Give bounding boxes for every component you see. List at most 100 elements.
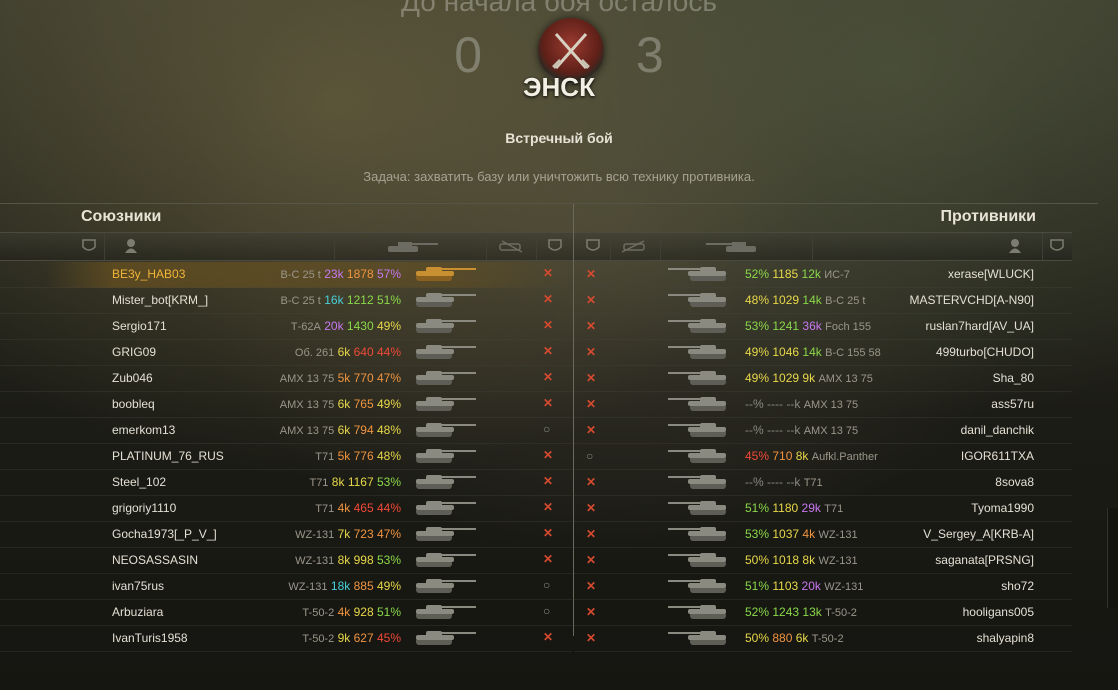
header-allies-player[interactable]: [104, 233, 335, 260]
efficiency-rating: 1037: [772, 527, 800, 541]
header-enemies-tank[interactable]: [660, 233, 813, 260]
header-allies-status[interactable]: [536, 233, 574, 260]
enemy-row[interactable]: ✕ 50% 1018 8k WZ-131 saganata[PRSNG]: [574, 548, 1072, 574]
ally-row[interactable]: Arbuziara T-50-2 4k 928 51% ○: [0, 600, 572, 626]
player-icon: [1008, 238, 1022, 257]
ally-row[interactable]: Steel_102 T71 8k 1167 53% ✕: [0, 470, 572, 496]
scrollbar[interactable]: [1107, 508, 1118, 608]
efficiency-rating: 1241: [772, 319, 800, 333]
player-name: saganata[PRSNG]: [935, 553, 1034, 567]
ally-row[interactable]: BE3y_HAB03 В-С 25 t 23k 1878 57% ✕: [0, 262, 572, 288]
tank-icon: [668, 603, 732, 621]
efficiency-rating: 928: [353, 605, 374, 619]
destroyed-icon: ✕: [543, 318, 554, 332]
ally-row[interactable]: PLATINUM_76_RUS T71 5k 776 48% ✕: [0, 444, 572, 470]
player-stats: 45% 710 8k Aufkl.Panther: [745, 449, 878, 463]
battle-type: Встречный бой: [505, 130, 613, 146]
enemy-row[interactable]: ✕ 50% 880 6k T-50-2 shalyapin8: [574, 626, 1072, 652]
tank-icon: [414, 577, 476, 595]
battles-count: 8k: [337, 553, 351, 567]
ally-row[interactable]: boobleq AMX 13 75 6k 765 49% ✕: [0, 392, 572, 418]
battles-count: 36k: [802, 319, 822, 333]
header-allies-tank[interactable]: [334, 233, 487, 260]
vehicle-name: В-С 25 t: [280, 295, 321, 307]
destroyed-tank-icon: [498, 239, 526, 256]
ally-row[interactable]: grigoriy1110 T71 4k 465 44% ✕: [0, 496, 572, 522]
ally-row[interactable]: emerkom13 AMX 13 75 6k 794 48% ○: [0, 418, 572, 444]
battles-count: 4k: [337, 501, 351, 515]
player-stats: AMX 13 75 5k 770 47%: [280, 371, 401, 385]
efficiency-rating: 710: [772, 449, 793, 463]
efficiency-rating: 776: [353, 449, 374, 463]
enemy-row[interactable]: ✕ 52% 1243 13k T-50-2 hooligans005: [574, 600, 1072, 626]
vehicle-name: T71: [315, 451, 335, 463]
ally-row[interactable]: Gocha1973[_P_V_] WZ-131 7k 723 47% ✕: [0, 522, 572, 548]
map-name: ЭНСК: [523, 72, 595, 102]
player-name: Arbuziara: [112, 605, 164, 619]
battles-count: 23k: [324, 267, 344, 281]
enemy-row[interactable]: ✕ 51% 1180 29k T71 Tyoma1990: [574, 496, 1072, 522]
win-rate: 49%: [745, 345, 770, 359]
header-enemies-squad[interactable]: [1042, 233, 1072, 260]
enemy-row[interactable]: ✕ 48% 1029 14k В-С 25 t MASTERVCHD[A-N90]: [574, 288, 1072, 314]
player-stats: Об. 261 6k 640 44%: [295, 345, 401, 359]
header-enemies-status[interactable]: [574, 233, 611, 260]
vehicle-name: T-50-2: [811, 633, 844, 645]
vehicle-name: Aufkl.Panther: [811, 451, 878, 463]
player-name: ruslan7hard[AV_UA]: [925, 319, 1034, 333]
battles-count: 4k: [802, 527, 816, 541]
shield-icon: [1050, 238, 1064, 257]
enemy-row[interactable]: ✕ 53% 1241 36k Foch 155 ruslan7hard[AV_UA…: [574, 314, 1072, 340]
enemies-title: Противники: [940, 208, 1037, 225]
player-name: sho72: [1001, 579, 1034, 593]
efficiency-rating: 1018: [772, 553, 800, 567]
vehicle-name: В-С 25 t: [280, 269, 321, 281]
ally-row[interactable]: NEOSASSASIN WZ-131 8k 998 53% ✕: [0, 548, 572, 574]
header-enemies-player[interactable]: [812, 233, 1043, 260]
vehicle-name: T-50-2: [302, 633, 335, 645]
enemy-row[interactable]: ✕ 53% 1037 4k WZ-131 V_Sergey_A[KRB-A]: [574, 522, 1072, 548]
win-rate: 53%: [745, 319, 770, 333]
enemy-row[interactable]: ✕ 49% 1029 9k AMX 13 75 Sha_80: [574, 366, 1072, 392]
player-name: V_Sergey_A[KRB-A]: [923, 527, 1034, 541]
vehicle-name: T71: [315, 503, 335, 515]
ally-row[interactable]: Zub046 AMX 13 75 5k 770 47% ✕: [0, 366, 572, 392]
header-allies-frags[interactable]: [486, 233, 537, 260]
win-rate: 53%: [376, 553, 401, 567]
win-rate: 47%: [376, 527, 401, 541]
ally-row[interactable]: GRIG09 Об. 261 6k 640 44% ✕: [0, 340, 572, 366]
header-allies-squad[interactable]: [0, 233, 105, 260]
enemy-row[interactable]: ✕ 51% 1103 20k WZ-131 sho72: [574, 574, 1072, 600]
win-rate: 49%: [745, 371, 770, 385]
tank-icon: [668, 343, 732, 361]
vehicle-name: ИС-7: [824, 269, 850, 281]
vehicle-name: В-С 25 t: [825, 295, 866, 307]
enemy-row[interactable]: ✕ --% ---- --k AMX 13 75 ass57ru: [574, 392, 1072, 418]
shield-icon: [82, 238, 96, 257]
ally-row[interactable]: Mister_bot[KRM_] В-С 25 t 16k 1212 51% ✕: [0, 288, 572, 314]
ally-row[interactable]: Sergio171 Т-62А 20k 1430 49% ✕: [0, 314, 572, 340]
vehicle-name: AMX 13 75: [818, 373, 873, 385]
destroyed-icon: ✕: [543, 344, 554, 358]
enemy-row[interactable]: ○ 45% 710 8k Aufkl.Panther IGOR611TXA: [574, 444, 1072, 470]
battles-count: 4k: [337, 605, 351, 619]
vehicle-name: В-С 155 58: [825, 347, 881, 359]
ally-row[interactable]: ivan75rus WZ-131 18k 885 49% ○: [0, 574, 572, 600]
tank-icon: [668, 629, 732, 647]
efficiency-rating: 1185: [772, 267, 799, 281]
efficiency-rating: 1046: [772, 345, 800, 359]
player-stats: В-С 25 t 16k 1212 51%: [281, 293, 401, 307]
player-stats: --% ---- --k T71: [745, 475, 823, 489]
header-enemies-frags[interactable]: [610, 233, 661, 260]
tank-icon: [704, 240, 760, 257]
player-name: ass57ru: [991, 397, 1034, 411]
win-rate: 51%: [376, 293, 401, 307]
enemy-row[interactable]: ✕ --% ---- --k AMX 13 75 danil_danchik: [574, 418, 1072, 444]
tank-icon: [414, 499, 476, 517]
battles-count: 9k: [802, 371, 816, 385]
enemy-row[interactable]: ✕ 52% 1185 12k ИС-7 xerase[WLUCK]: [574, 262, 1072, 288]
enemy-row[interactable]: ✕ --% ---- --k T71 8sova8: [574, 470, 1072, 496]
ally-row[interactable]: IvanTuris1958 T-50-2 9k 627 45% ✕: [0, 626, 572, 652]
player-stats: --% ---- --k AMX 13 75: [745, 397, 858, 411]
enemy-row[interactable]: ✕ 49% 1046 14k В-С 155 58 499turbo[CHUDO]: [574, 340, 1072, 366]
